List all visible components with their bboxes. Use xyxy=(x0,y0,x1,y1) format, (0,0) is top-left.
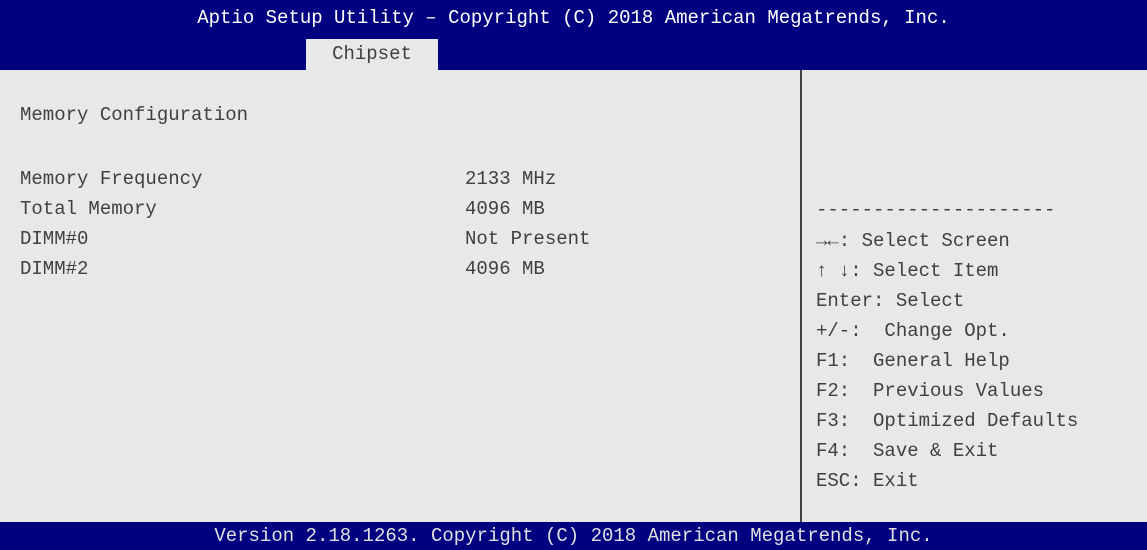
help-esc-exit: ESC: Exit xyxy=(816,470,919,492)
section-title: Memory Configuration xyxy=(20,104,249,126)
help-separator: --------------------- xyxy=(816,199,1056,221)
title-bar: Aptio Setup Utility – Copyright (C) 2018… xyxy=(0,0,1147,70)
help-change-opt: +/-: Change Opt. xyxy=(816,320,1010,342)
memory-frequency-value: 2133 MHz xyxy=(465,168,557,190)
help-select-item: ↑ ↓: Select Item xyxy=(816,260,999,282)
help-save-exit: F4: Save & Exit xyxy=(816,440,999,462)
help-previous-values: F2: Previous Values xyxy=(816,380,1045,402)
dimm2-label: DIMM#2 xyxy=(20,258,89,280)
memory-frequency-label: Memory Frequency xyxy=(20,168,203,190)
total-memory-value: 4096 MB xyxy=(465,198,545,220)
tab-chipset[interactable]: Chipset xyxy=(306,39,438,70)
version-text: Version 2.18.1263. Copyright (C) 2018 Am… xyxy=(214,525,933,547)
dimm0-label: DIMM#0 xyxy=(20,228,89,250)
dimm2-value: 4096 MB xyxy=(465,258,545,280)
help-panel: --------------------- →←: Select Screen … xyxy=(816,70,1147,522)
main-panel: Memory Configuration Memory Frequency 21… xyxy=(0,70,800,522)
bios-setup-screen: Aptio Setup Utility – Copyright (C) 2018… xyxy=(0,0,1147,550)
help-select-screen: →←: Select Screen xyxy=(816,230,1010,252)
dimm0-value: Not Present xyxy=(465,228,591,250)
help-enter-select: Enter: Select xyxy=(816,290,965,312)
footer-bar: Version 2.18.1263. Copyright (C) 2018 Am… xyxy=(0,522,1147,550)
total-memory-label: Total Memory xyxy=(20,198,157,220)
help-general-help: F1: General Help xyxy=(816,350,1010,372)
panel-divider xyxy=(800,70,802,522)
help-optimized-defaults: F3: Optimized Defaults xyxy=(816,410,1079,432)
title-text: Aptio Setup Utility – Copyright (C) 2018… xyxy=(197,7,950,29)
